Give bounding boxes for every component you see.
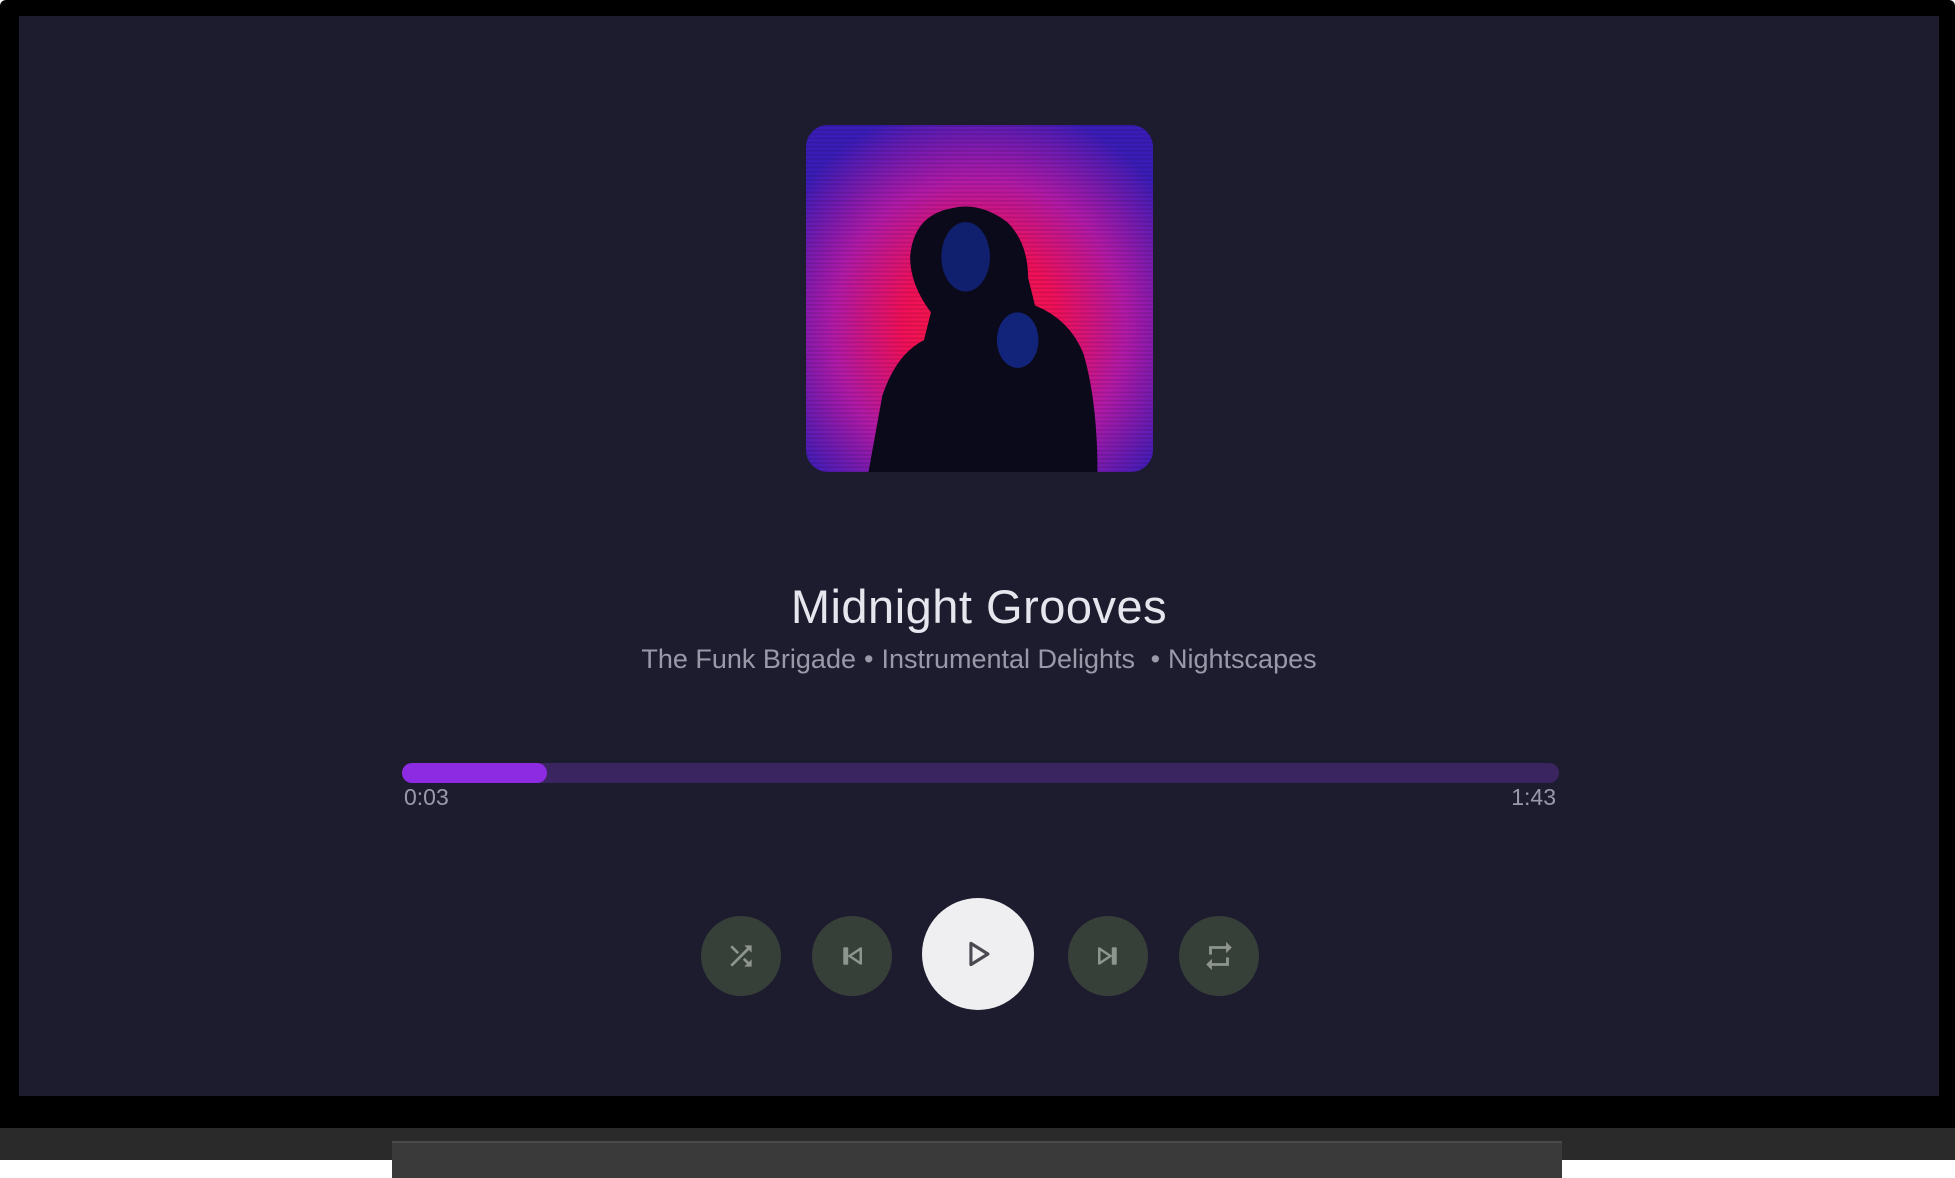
shuffle-button[interactable]: [701, 916, 781, 996]
previous-button[interactable]: [812, 916, 892, 996]
elapsed-time: 0:03: [404, 784, 449, 810]
playlist-name: Nightscapes: [1168, 644, 1317, 674]
separator-dot: •: [1150, 644, 1161, 674]
progress-bar[interactable]: [402, 763, 1559, 783]
separator-dot: •: [863, 644, 874, 674]
artist-name: The Funk Brigade: [641, 644, 856, 674]
next-button[interactable]: [1068, 916, 1148, 996]
play-icon: [969, 941, 990, 967]
progress-fill: [402, 763, 547, 783]
shuffle-icon: [730, 945, 752, 967]
total-time: 1:43: [1511, 784, 1556, 810]
album-name: Instrumental Delights: [881, 644, 1136, 674]
repeat-button[interactable]: [1179, 916, 1259, 996]
tv-frame: Midnight Grooves The Funk Brigade • Instru…: [0, 0, 1955, 1135]
tv-stand: [392, 1141, 1562, 1178]
track-title: Midnight Grooves: [790, 580, 1168, 633]
skip-previous-icon: [843, 947, 862, 965]
skip-next-icon: [1098, 947, 1117, 965]
album-art: [806, 125, 1153, 472]
player-screen: Midnight Grooves The Funk Brigade • Instru…: [19, 16, 1939, 1096]
track-subtitle: The Funk Brigade • Instrumental Delights •…: [19, 644, 1939, 675]
repeat-icon: [1206, 941, 1232, 971]
play-button[interactable]: [922, 898, 1034, 1010]
